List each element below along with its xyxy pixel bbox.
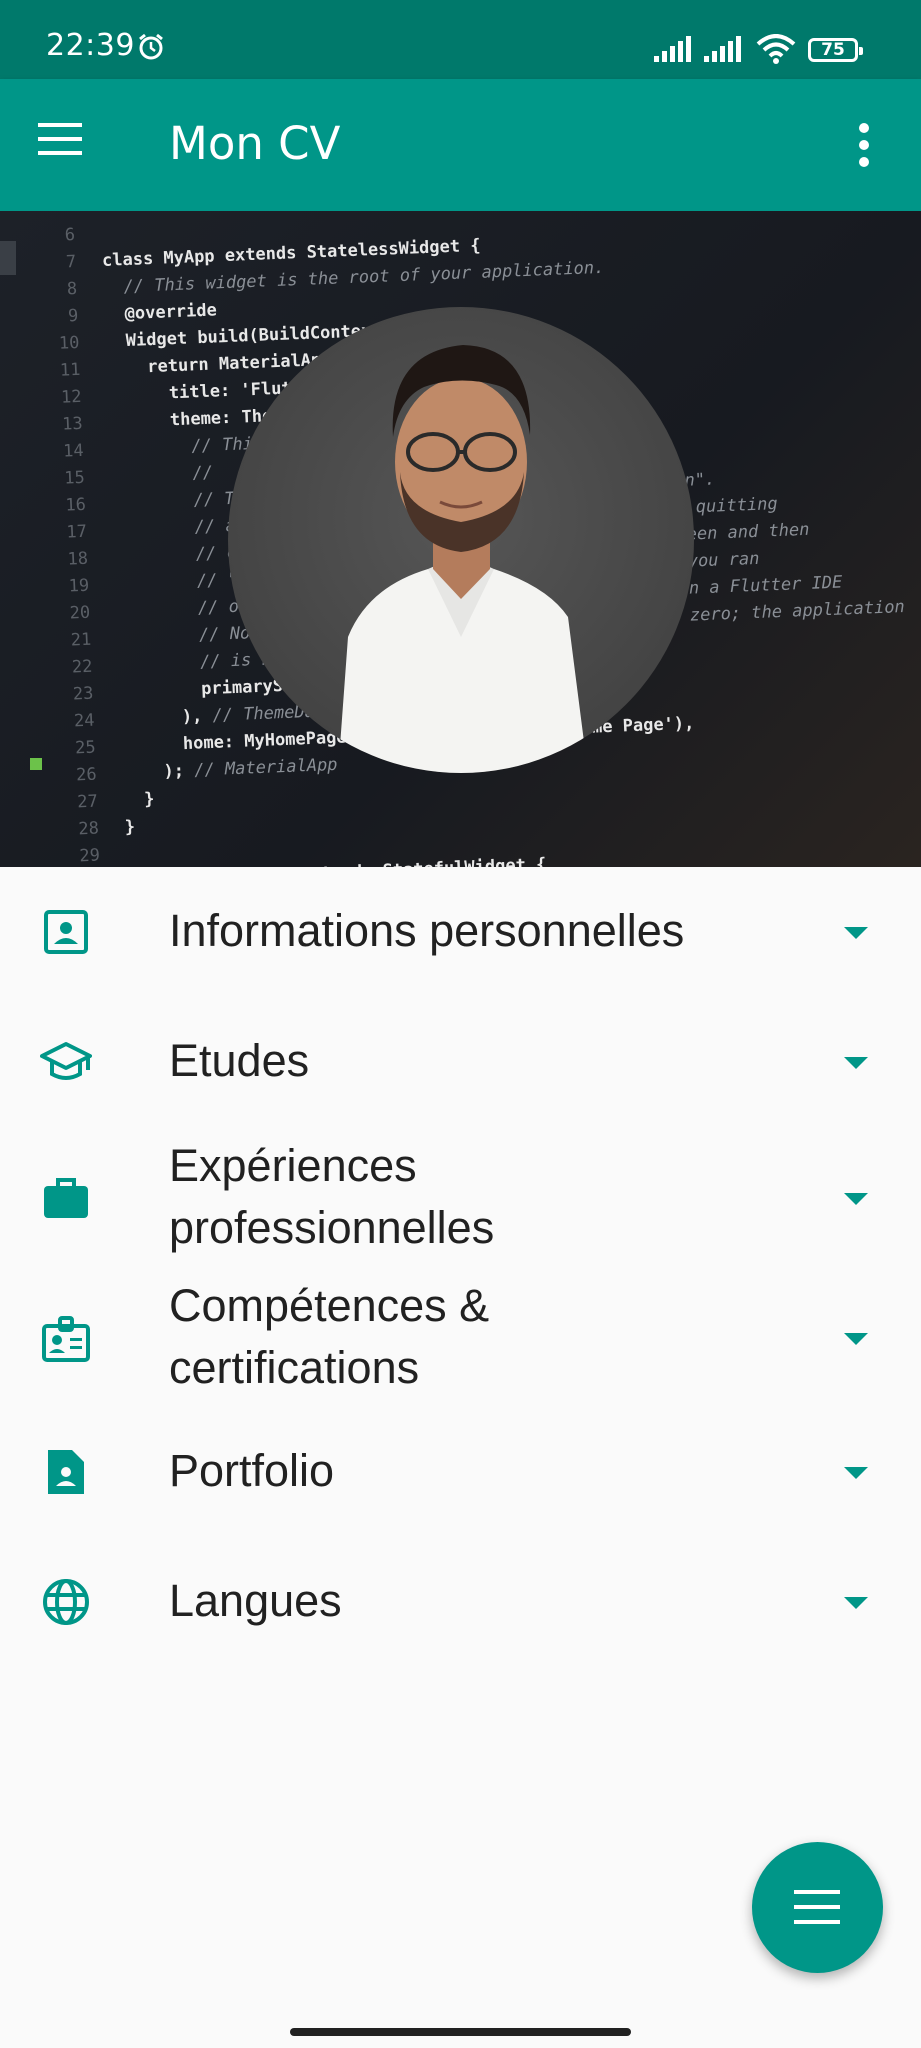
profile-photo <box>228 307 694 773</box>
system-navigation-bar <box>0 2010 921 2048</box>
globe-icon <box>43 1579 89 1625</box>
list-item-label-line1: Expériences <box>169 1140 417 1191</box>
list-item-label-line2: certifications <box>169 1342 420 1393</box>
editor-change-marker <box>30 758 42 770</box>
chevron-down-icon <box>844 1333 868 1345</box>
home-gesture-handle[interactable] <box>290 2028 631 2036</box>
account-document-icon <box>48 1450 84 1494</box>
briefcase-icon <box>44 1178 88 1218</box>
list-item-competences-certifications[interactable]: Compétences & certifications <box>0 1267 921 1407</box>
status-time: 22:39 <box>46 28 135 63</box>
list-item-label: Etudes <box>169 1035 310 1086</box>
list-item-etudes[interactable]: Etudes <box>0 997 921 1127</box>
list-item-langues[interactable]: Langues <box>0 1537 921 1667</box>
more-vert-icon <box>859 123 869 167</box>
menu-fab-button[interactable] <box>752 1842 883 1973</box>
chevron-down-icon <box>844 927 868 939</box>
list-item-portfolio[interactable]: Portfolio <box>0 1407 921 1537</box>
hamburger-menu-icon <box>38 123 82 155</box>
chevron-down-icon <box>844 1597 868 1609</box>
signal-icon <box>654 36 691 62</box>
badge-icon <box>42 1316 90 1362</box>
contact-card-icon <box>44 910 88 954</box>
signal-icon <box>704 36 741 62</box>
person-photo-illustration <box>338 345 588 773</box>
battery-icon: 75 <box>808 38 863 62</box>
list-item-label: Langues <box>169 1575 342 1626</box>
list-item-informations-personnelles[interactable]: Informations personnelles <box>0 867 921 997</box>
drawer-menu-button[interactable] <box>38 123 94 167</box>
list-item-label: Informations personnelles <box>169 905 685 956</box>
list-item-label-line2: professionnelles <box>169 1202 495 1253</box>
overflow-menu-button[interactable] <box>848 119 880 171</box>
chevron-down-icon <box>844 1467 868 1479</box>
profile-header: 6 7 class MyApp extends StatelessWidget {… <box>0 211 921 867</box>
menu-icon <box>794 1890 840 1924</box>
alarm-icon <box>139 33 163 60</box>
graduation-cap-icon <box>40 1042 92 1080</box>
wifi-icon <box>756 34 796 64</box>
list-item-experiences-professionnelles[interactable]: Expériences professionnelles <box>0 1127 921 1267</box>
list-item-label-line1: Compétences & <box>169 1280 490 1331</box>
chevron-down-icon <box>844 1193 868 1205</box>
status-bar: 22:39 75 <box>0 0 921 79</box>
app-bar: Mon CV <box>0 79 921 211</box>
app-title: Mon CV <box>169 117 341 170</box>
list-item-label: Portfolio <box>169 1445 335 1496</box>
chevron-down-icon <box>844 1057 868 1069</box>
